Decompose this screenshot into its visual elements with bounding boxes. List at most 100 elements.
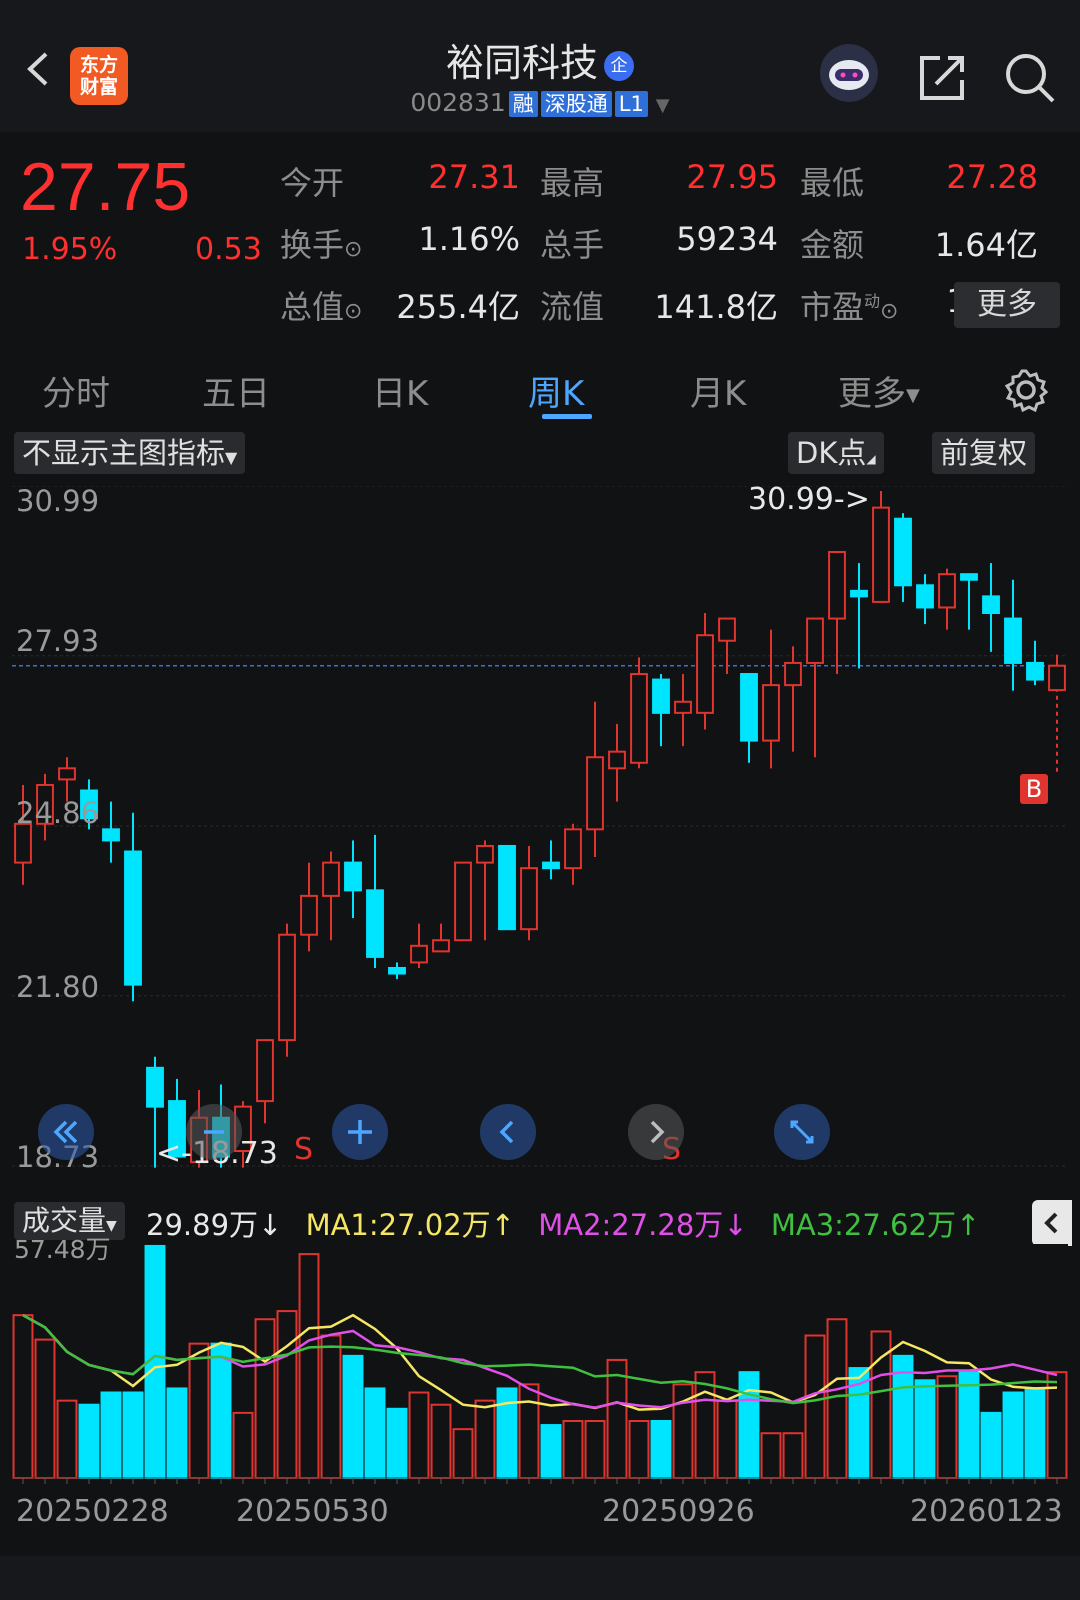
ma1-value: MA1:27.02万 (305, 1208, 491, 1242)
main-indicator-label: 不显示主图指标 (22, 436, 226, 470)
stock-subtitle[interactable]: 002831 融深股通 L1 ▼ (330, 88, 750, 117)
tab-daily-k[interactable]: 日K (372, 366, 428, 415)
x-axis-date: 20260123 (910, 1494, 1063, 1529)
margin-tag: 融 (508, 91, 538, 117)
volume-bar (276, 1310, 298, 1479)
volume-bar (78, 1403, 100, 1479)
volume-bar (540, 1424, 562, 1479)
candle-body (652, 678, 670, 714)
candle-body (894, 517, 912, 587)
previous-icon[interactable] (480, 1104, 536, 1160)
quote-field-value: 141.8亿 (654, 288, 778, 326)
quote-field-value: 27.28 (946, 158, 1038, 196)
ma2-value: MA2:27.28万 (538, 1208, 724, 1242)
change-percent: 1.95% (22, 232, 118, 267)
candle-body (410, 944, 428, 964)
volume-current: 29.89万 (146, 1208, 259, 1242)
search-icon[interactable] (1004, 52, 1056, 104)
x-axis-date: 20250228 (16, 1494, 169, 1529)
volume-bar (100, 1391, 122, 1480)
volume-bar (518, 1383, 540, 1479)
share-icon[interactable] (918, 52, 968, 102)
candle-body (564, 828, 582, 870)
volume-arrow: ↓ (258, 1208, 283, 1242)
volume-bar (122, 1391, 144, 1480)
stock-code: 002831 (410, 88, 506, 117)
candle-body (58, 767, 76, 781)
level-tag: L1 (614, 91, 648, 117)
candle-body (608, 750, 626, 770)
candlestick-chart[interactable] (12, 486, 1068, 1192)
quote-field-value: 1.16% (418, 220, 520, 258)
buy-signal-marker: B (1020, 774, 1048, 804)
dk-point-button[interactable]: DK点◢ (788, 432, 884, 474)
quote-field-value: 27.95 (686, 158, 778, 196)
candle-body (278, 933, 296, 1042)
y-axis-label: 21.80 (16, 970, 100, 1004)
volume-bar (958, 1371, 980, 1480)
rewind-icon[interactable] (38, 1104, 94, 1160)
volume-chart[interactable] (12, 1244, 1068, 1514)
candle-body (102, 828, 120, 842)
candle-body (960, 573, 978, 581)
main-indicator-select[interactable]: 不显示主图指标▼ (14, 432, 246, 474)
y-axis-label: 30.99 (16, 484, 100, 518)
zoom-in-icon[interactable] (332, 1104, 388, 1160)
candle-body (762, 684, 780, 742)
back-arrow-icon[interactable] (22, 52, 56, 86)
volume-bar (804, 1334, 826, 1479)
candle-body (498, 844, 516, 931)
candle-body (982, 595, 1000, 615)
caret-down-icon: ▼ (906, 385, 920, 406)
stock-title[interactable]: 裕同科技企 (360, 32, 720, 87)
candle-body (432, 939, 450, 953)
ma2-arrow: ↓ (723, 1208, 748, 1242)
candle-body (850, 589, 868, 598)
volume-bar (914, 1379, 936, 1479)
logo-text-top: 东方 (79, 54, 118, 76)
volume-bar (760, 1432, 782, 1479)
candle-body (476, 844, 494, 864)
volume-bar (188, 1342, 210, 1479)
gear-icon[interactable] (1004, 368, 1048, 412)
volume-bar (386, 1407, 408, 1479)
candle-body (1026, 661, 1044, 681)
tab-weekly-k[interactable]: 周K (528, 366, 584, 415)
volume-bar (342, 1354, 364, 1479)
next-icon[interactable] (628, 1104, 684, 1160)
more-quote-button[interactable]: 更多 (954, 282, 1060, 328)
volume-max-label: 57.48万 (14, 1235, 111, 1264)
price-adjust-button[interactable]: 前复权 (932, 432, 1036, 474)
assistant-robot-icon[interactable] (820, 44, 878, 102)
quote-field-label: 今开 (280, 164, 345, 202)
quote-field-label: 最低 (800, 164, 865, 202)
sell-signal-marker: S (294, 1132, 314, 1167)
volume-bar (1002, 1391, 1024, 1480)
tab-intraday[interactable]: 分时 (42, 366, 110, 415)
candle-body (938, 573, 956, 609)
candle-body (344, 861, 362, 892)
candle-body (256, 1039, 274, 1103)
candle-body (740, 673, 758, 742)
volume-bar (56, 1399, 78, 1479)
ma3-value: MA3:27.62万 (770, 1208, 956, 1242)
quote-field-label: 金额 (800, 226, 865, 264)
candle-body (124, 850, 142, 986)
tab-monthly-k[interactable]: 月K (690, 366, 746, 415)
fullscreen-icon[interactable] (774, 1104, 830, 1160)
ma3-arrow: ↑ (955, 1208, 981, 1242)
zoom-out-icon[interactable] (186, 1104, 242, 1160)
tab-more[interactable]: 更多▼ (838, 366, 920, 415)
current-price: 27.75 (20, 149, 191, 225)
quote-field-label: 流值 (540, 288, 605, 326)
volume-bar (34, 1338, 56, 1479)
tab-five-day[interactable]: 五日 (202, 366, 270, 415)
quote-field-label: 总手 (540, 226, 605, 264)
dropdown-caret-icon[interactable]: ▼ (656, 95, 670, 116)
candle-body (366, 889, 384, 958)
collapse-panel-icon[interactable] (1032, 1200, 1072, 1246)
candle-body (1004, 617, 1022, 664)
corner-triangle-icon: ◢ (866, 452, 876, 466)
candle-body (146, 1066, 164, 1108)
volume-bar (474, 1399, 496, 1479)
